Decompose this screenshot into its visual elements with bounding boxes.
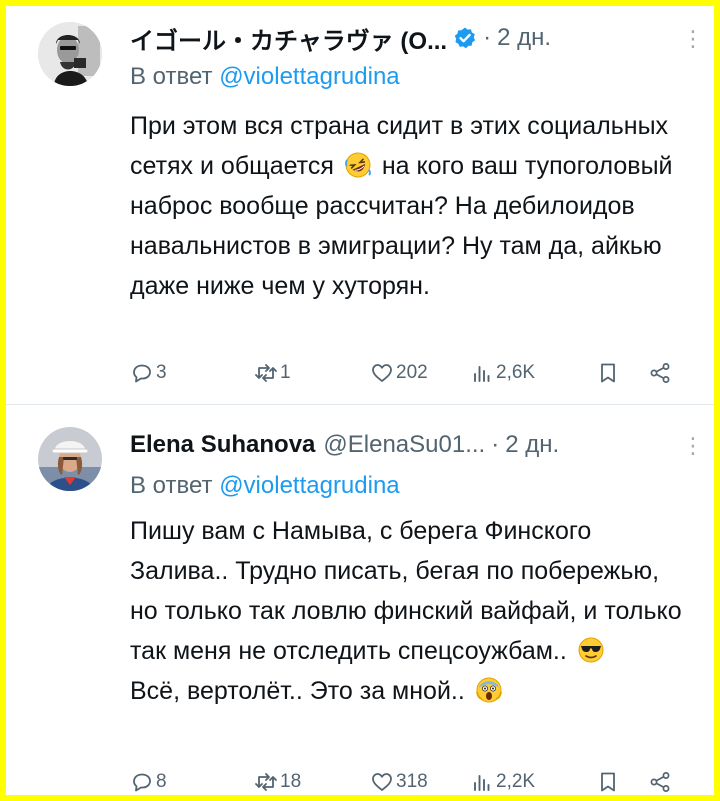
display-name[interactable]: Elena Suhanova <box>130 431 315 459</box>
rolling-on-floor-laughing-icon <box>344 151 372 179</box>
reply-prefix: В ответ <box>130 63 213 90</box>
views-icon <box>474 775 490 791</box>
views-button[interactable]: 2,2K <box>470 764 535 795</box>
retweet-button[interactable]: 18 <box>254 764 301 795</box>
tweet[interactable]: Elena Suhanova @ElenaSu01... · 2 дн. ⋮ В… <box>6 405 714 795</box>
views-icon <box>474 366 490 382</box>
bookmark-icon <box>601 772 615 792</box>
views-button[interactable]: 2,6K <box>470 355 535 391</box>
separator-dot: · <box>483 24 492 51</box>
views-count: 2,2K <box>496 771 536 792</box>
verified-badge-icon <box>453 26 477 50</box>
reply-count: 8 <box>156 771 167 792</box>
tweet-header: イゴール・カチャラヴァ (О... · 2 дн. <box>130 22 684 54</box>
tweet-text: Пишу вам с Намыва, с берега Финского Зал… <box>130 511 690 711</box>
heart-icon <box>372 773 392 791</box>
reply-count: 3 <box>156 362 167 383</box>
reply-prefix: В ответ <box>130 472 213 499</box>
tweet[interactable]: イゴール・カチャラヴァ (О... · 2 дн. ⋮ В ответ @vio… <box>6 6 714 404</box>
reply-button[interactable]: 8 <box>130 764 167 795</box>
bookmark-icon <box>601 363 615 383</box>
retweet-count: 1 <box>280 362 291 383</box>
like-button[interactable]: 202 <box>370 355 428 391</box>
share-icon <box>650 363 670 383</box>
heart-icon <box>372 364 392 382</box>
reply-context: В ответ @violettagrudina <box>130 63 400 91</box>
reply-button[interactable]: 3 <box>130 355 167 391</box>
reply-icon <box>133 773 151 792</box>
like-count: 202 <box>396 362 428 383</box>
avatar[interactable] <box>38 427 102 491</box>
tweet-text: При этом вся страна сидит в этих социаль… <box>130 106 690 306</box>
reply-icon <box>133 364 151 383</box>
reply-mention-link[interactable]: @violettagrudina <box>219 472 399 499</box>
share-button[interactable] <box>648 355 674 391</box>
tweet-header: Elena Suhanova @ElenaSu01... · 2 дн. <box>130 429 684 461</box>
reply-mention-link[interactable]: @violettagrudina <box>219 63 399 90</box>
retweet-icon <box>255 773 277 791</box>
more-options-icon[interactable]: ⋮ <box>682 28 704 50</box>
like-button[interactable]: 318 <box>370 764 428 795</box>
tweet-text-part: Всё, вертолёт.. Это за мной.. <box>130 677 465 705</box>
share-button[interactable] <box>648 764 674 795</box>
timestamp[interactable]: 2 дн. <box>497 24 551 52</box>
action-bar: 3 1 202 2,6K <box>130 355 690 391</box>
bookmark-button[interactable] <box>596 764 622 795</box>
more-options-icon[interactable]: ⋮ <box>682 435 704 457</box>
timestamp[interactable]: 2 дн. <box>505 431 559 459</box>
bookmark-button[interactable] <box>596 355 622 391</box>
face-screaming-in-fear-icon <box>475 676 503 704</box>
retweet-icon <box>255 364 277 382</box>
retweet-count: 18 <box>280 771 302 792</box>
retweet-button[interactable]: 1 <box>254 355 291 391</box>
separator-dot: · <box>491 431 500 458</box>
avatar[interactable] <box>38 22 102 86</box>
share-icon <box>650 772 670 792</box>
like-count: 318 <box>396 771 428 792</box>
tweet-list: イゴール・カチャラヴァ (О... · 2 дн. ⋮ В ответ @vio… <box>6 6 714 795</box>
user-handle[interactable]: @ElenaSu01... <box>323 431 485 459</box>
display-name[interactable]: イゴール・カチャラヴァ (О... <box>130 22 447 55</box>
smiling-face-with-sunglasses-icon <box>577 636 605 664</box>
action-bar: 8 18 318 2,2K <box>130 764 690 795</box>
reply-context: В ответ @violettagrudina <box>130 472 400 500</box>
views-count: 2,6K <box>496 362 536 383</box>
